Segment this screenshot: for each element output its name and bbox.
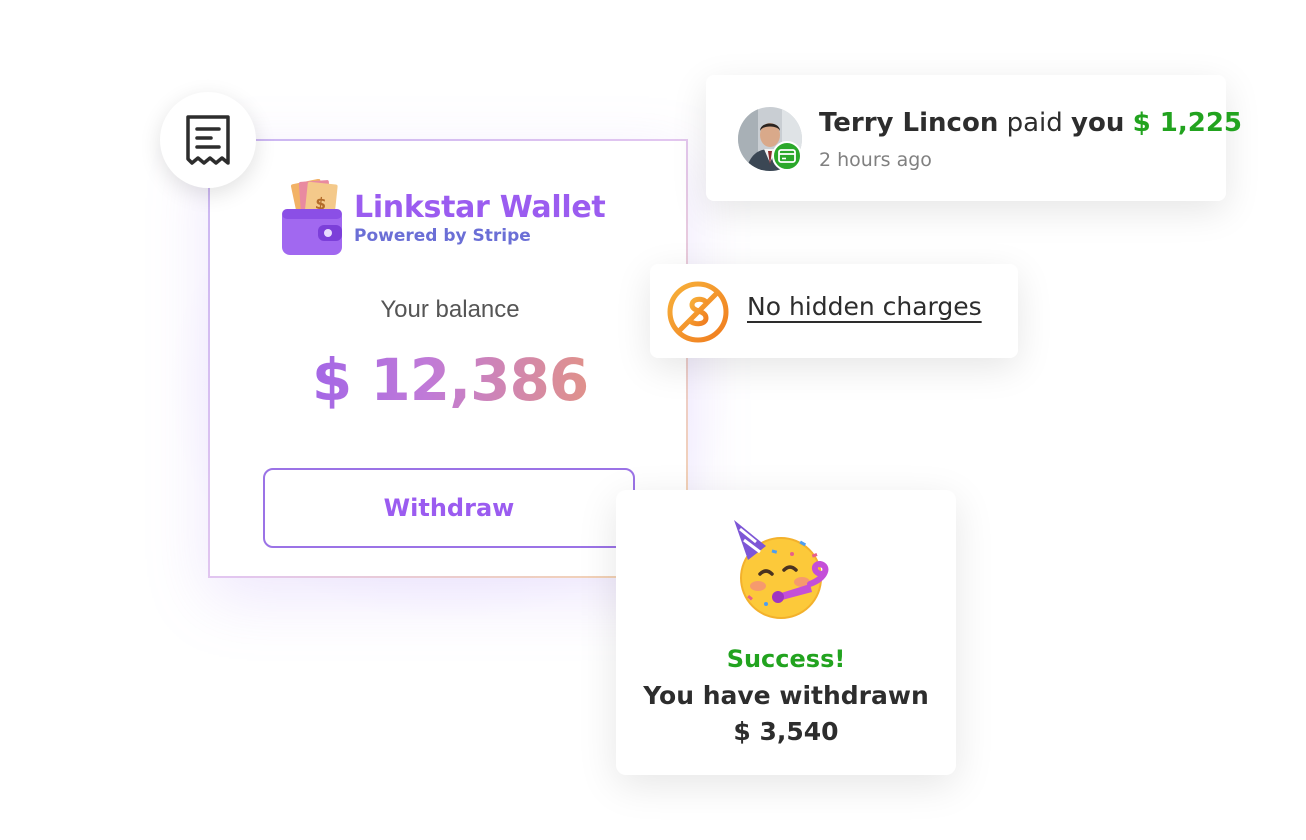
withdraw-button[interactable]: Withdraw	[263, 468, 635, 548]
stage: $ Linkstar Wallet Powered by Stripe Your…	[0, 0, 1306, 840]
wallet-brand: $ Linkstar Wallet Powered by Stripe	[280, 179, 606, 259]
brand-name: Linkstar Wallet	[354, 190, 606, 225]
no-hidden-charges-card: No hidden charges	[650, 264, 1018, 358]
credit-card-icon	[778, 149, 796, 163]
balance-label: Your balance	[380, 296, 520, 323]
credit-card-badge	[772, 141, 802, 171]
no-hidden-charges-link[interactable]: No hidden charges	[747, 292, 982, 321]
notification-you: you	[1071, 108, 1125, 138]
notification-action: paid	[1006, 108, 1063, 138]
notification-time: 2 hours ago	[819, 149, 932, 171]
success-title: Success!	[726, 645, 846, 673]
receipt-icon	[186, 115, 230, 165]
wallet-logo-icon: $	[282, 179, 342, 255]
payment-amount: $ 1,225	[1132, 108, 1243, 138]
success-card: Success! You have withdrawn $ 3,540	[616, 490, 956, 775]
balance-value: $ 12,386	[210, 346, 690, 414]
payer-name: Terry Lincon	[819, 108, 999, 138]
no-dollar-icon	[667, 281, 729, 343]
success-message: You have withdrawn	[643, 681, 929, 710]
receipt-badge	[160, 92, 256, 188]
notification-text: Terry Lincon paid you $ 1,225	[819, 108, 1242, 138]
payment-notification[interactable]: Terry Lincon paid you $ 1,225 2 hours ag…	[706, 75, 1242, 201]
brand-subtitle: Powered by Stripe	[354, 226, 531, 246]
party-face-icon	[734, 520, 829, 619]
withdrawn-amount: $ 3,540	[733, 717, 839, 746]
